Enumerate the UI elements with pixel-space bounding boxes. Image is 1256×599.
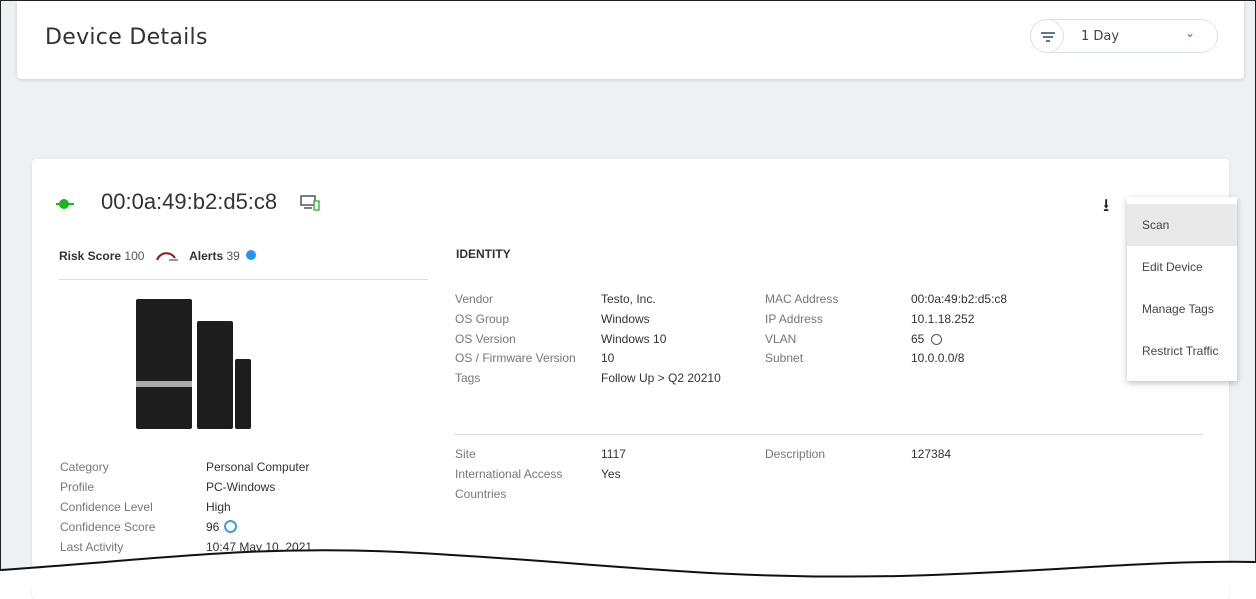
site-label: International Access	[455, 467, 563, 481]
identity-value: Windows	[601, 311, 650, 326]
identity-label: Tags	[455, 371, 481, 386]
risk-label: Risk Score	[59, 249, 122, 263]
identity-label: OS Version	[455, 331, 516, 346]
device-mac: 00:0a:49:b2:d5:c8	[101, 189, 278, 214]
menu-item-restrict-traffic[interactable]: Restrict Traffic	[1127, 330, 1237, 372]
menu-item-scan[interactable]: Scan	[1127, 204, 1237, 246]
identity-label: Subnet	[765, 351, 804, 366]
time-range-value: 1 Day	[1081, 29, 1120, 44]
identity-label: IP Address	[765, 311, 823, 326]
info-icon[interactable]	[931, 334, 942, 345]
page-header: Device Details 1 Day ⌄	[17, 1, 1244, 79]
device-type-icon	[300, 195, 320, 211]
time-range-select[interactable]: 1 Day ⌄	[1030, 19, 1218, 53]
detail-value: PC-Windows	[206, 480, 276, 494]
status-dot	[59, 199, 69, 209]
menu-item-manage-tags[interactable]: Manage Tags	[1127, 288, 1237, 330]
detail-label: Confidence Score	[60, 520, 156, 534]
site-value: 1117	[601, 447, 626, 461]
identity-value: 10.0.0.0/8	[911, 351, 965, 366]
identity-label: VLAN	[765, 331, 797, 346]
download-icon[interactable]: ⭳	[1103, 193, 1109, 223]
site-label: Countries	[455, 487, 507, 501]
identity-value: 10.1.18.252	[911, 311, 975, 326]
alerts-value: 39	[226, 249, 240, 263]
confidence-ring-icon	[224, 520, 237, 533]
identity-label: Vendor	[455, 292, 494, 306]
detail-value: Personal Computer	[206, 460, 310, 474]
divider	[454, 434, 1203, 435]
info-icon[interactable]	[246, 250, 257, 260]
site-label: Site	[455, 447, 476, 461]
alerts-label: Alerts	[189, 249, 224, 263]
identity-value: Follow Up > Q2 20210	[601, 371, 721, 386]
identity-label: OS / Firmware Version	[455, 351, 576, 366]
divider	[59, 279, 428, 280]
page-title: Device Details	[45, 25, 208, 50]
page: Device Details 1 Day ⌄ 00:0a:49:b2:d5:c8…	[0, 0, 1256, 599]
identity-label: OS Group	[455, 311, 510, 326]
detail-value: 96	[206, 520, 220, 534]
device-card: 00:0a:49:b2:d5:c8 ⭳ Risk Score 100 Alert…	[32, 159, 1229, 599]
description-label: Description	[765, 447, 826, 461]
risk-value: 100	[124, 249, 145, 263]
identity-label: MAC Address	[765, 292, 839, 306]
identity-value: 00:0a:49:b2:d5:c8	[911, 292, 1008, 306]
identity-value: Testo, Inc.	[601, 292, 656, 306]
identity-title: IDENTITY	[456, 247, 511, 261]
risk-gauge-icon	[155, 252, 178, 261]
identity-value: Windows 10	[601, 331, 667, 346]
detail-label: Confidence Level	[60, 500, 153, 514]
filter-icon[interactable]	[1030, 19, 1064, 53]
detail-value: High	[206, 500, 231, 514]
actions-menu: Scan Edit Device Manage Tags Restrict Tr…	[1127, 197, 1237, 381]
identity-value: 65	[911, 331, 925, 346]
description-value: 127384	[911, 447, 952, 461]
detail-label: Category	[60, 460, 109, 474]
risk-summary: Risk Score 100 Alerts 39	[59, 249, 257, 263]
menu-item-edit-device[interactable]: Edit Device	[1127, 246, 1237, 288]
site-value: Yes	[601, 467, 621, 481]
detail-label: Profile	[60, 480, 95, 494]
torn-edge	[0, 549, 1256, 586]
chevron-down-icon: ⌄	[1185, 26, 1196, 40]
identity-value: 10	[601, 351, 615, 366]
